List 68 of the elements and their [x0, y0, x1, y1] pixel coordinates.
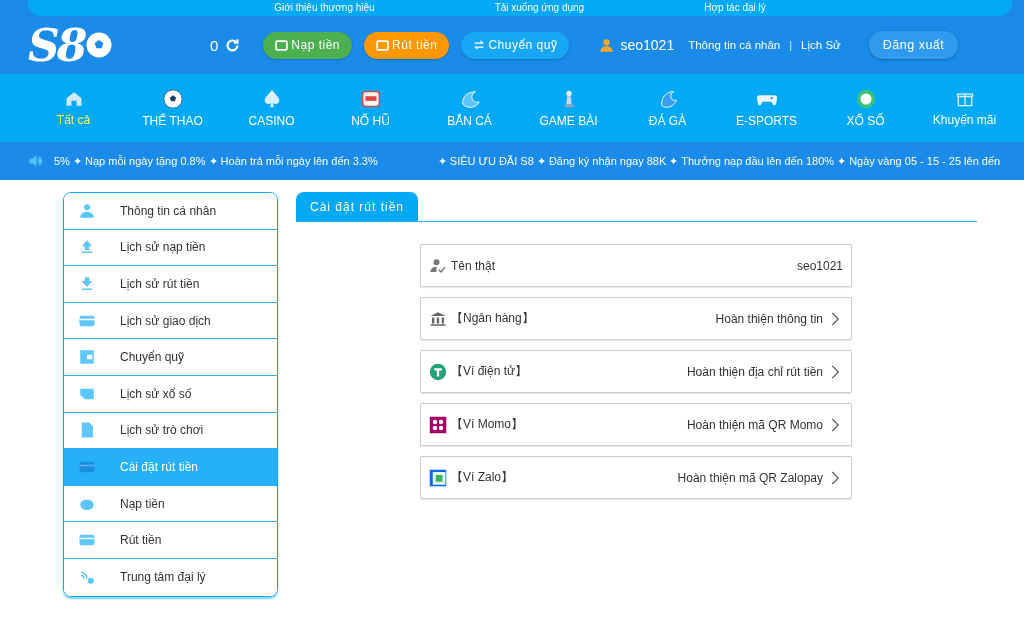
- balance: 0: [210, 36, 219, 54]
- sidebar-item[interactable]: Lịch sử trò chơi: [64, 412, 277, 450]
- transfer-icon: [473, 39, 486, 51]
- card-icon: [275, 38, 289, 52]
- nav-item[interactable]: CASINO: [226, 88, 317, 128]
- row-label: 【Ví Momo】: [451, 416, 524, 433]
- settings-row[interactable]: 【Ví điện tử】 Hoàn thiện địa chỉ rút tiền: [420, 350, 852, 393]
- row-value: Hoàn thiện mã QR Momo: [686, 417, 823, 432]
- settings-row[interactable]: Tên thật seo1021: [420, 244, 852, 287]
- settings-row[interactable]: 【Ngân hàng】 Hoàn thiện thông tin: [420, 297, 852, 340]
- lottery-ball-icon: [854, 88, 877, 110]
- nav-item[interactable]: BẮN CÁ: [424, 88, 515, 128]
- ticker-text: 5% ✦ Nạp mỗi ngày tặng 0.8% ✦ Hoàn trả mỗi ngày lên đến 3.3%: [54, 154, 378, 168]
- row-label: 【Ngân hàng】: [451, 310, 535, 327]
- transfer-button[interactable]: Chuyển quỹ: [461, 31, 570, 59]
- deposit-button[interactable]: Nạp tiền: [263, 31, 353, 59]
- top-link[interactable]: Tải xuống ứng dụng: [494, 2, 585, 14]
- sidebar-item[interactable]: Chuyển quỹ: [64, 339, 277, 376]
- row-value: Hoàn thiện mã QR Zalopay: [677, 470, 823, 485]
- nav-item[interactable]: E-SPORTS: [721, 88, 812, 128]
- nav-item[interactable]: Tất cả: [28, 89, 119, 127]
- nav-item[interactable]: Khuyến mãi: [919, 89, 1010, 127]
- settings-row[interactable]: 【Ví Zalo】 Hoàn thiện mã QR Zalopay: [420, 456, 852, 499]
- user-icon: [599, 37, 615, 53]
- wallet-icon: [78, 348, 96, 367]
- logout-button[interactable]: Đăng xuất: [868, 31, 959, 59]
- person-icon: [78, 201, 96, 220]
- wallet-icon: [376, 38, 390, 52]
- sidebar-item[interactable]: Cài đặt rút tiền: [64, 449, 277, 486]
- refresh-icon: [224, 36, 242, 54]
- logo[interactable]: S8: [28, 19, 208, 71]
- tab[interactable]: Cài đặt rút tiền: [296, 192, 419, 221]
- sidebar-item[interactable]: Lịch sử rút tiền: [64, 266, 277, 303]
- user-check-icon: [429, 256, 447, 275]
- sidebar-item[interactable]: Thông tin cá nhân: [64, 193, 277, 230]
- header-link[interactable]: Thông tin cá nhân: [688, 39, 781, 51]
- nav-item[interactable]: ĐÁ GÀ: [622, 88, 713, 128]
- top-link[interactable]: Giới thiệu thương hiệu: [274, 2, 375, 14]
- header-link[interactable]: Lịch Sử: [801, 39, 841, 51]
- separator: |: [789, 39, 793, 51]
- row-label: 【Ví điện tử】: [451, 363, 529, 380]
- row-value: Hoàn thiện thông tin: [715, 311, 823, 326]
- sidebar-item[interactable]: Trung tâm đại lý: [64, 558, 277, 596]
- nav-item[interactable]: THỂ THAO: [127, 88, 218, 128]
- nav-item[interactable]: NỔ HŨ: [325, 88, 416, 128]
- bank-icon: [429, 309, 447, 328]
- settings-row[interactable]: 【Ví Momo】 Hoàn thiện mã QR Momo: [420, 403, 852, 446]
- slot-machine-icon: [359, 88, 382, 110]
- row-label: 【Ví Zalo】: [451, 469, 514, 486]
- momo-icon: [429, 415, 447, 434]
- withdraw-button[interactable]: Rút tiền: [364, 31, 450, 59]
- sidebar-item[interactable]: Rút tiền: [64, 522, 277, 559]
- soccer-ball-icon: [161, 88, 184, 110]
- top-link[interactable]: Hợp tác đại lý: [704, 2, 766, 14]
- zalopay-icon: [429, 468, 447, 487]
- sidebar-item[interactable]: Nạp tiền: [64, 485, 277, 523]
- sidebar-item[interactable]: Lịch sử xổ số: [64, 375, 277, 413]
- nav-item[interactable]: GAME BÀI: [523, 88, 614, 128]
- row-value: seo1021: [796, 258, 843, 273]
- row-value: Hoàn thiện địa chỉ rút tiền: [686, 364, 823, 379]
- nav-item[interactable]: XỔ SỐ: [820, 88, 911, 128]
- tether-icon: [429, 362, 447, 381]
- speaker-icon: [28, 153, 44, 169]
- ticker-text: ✦ SIÊU ƯU ĐÃI S8 ✦ Đăng ký nhận ngay 88K ✦ Thưởng nạp đầu lên đến 180% ✦ Ngày vàng 05 - 15 - 25 lên đến: [437, 154, 1001, 168]
- sidebar-item[interactable]: Lịch sử giao dịch: [64, 302, 277, 340]
- sidebar-item[interactable]: Lịch sử nạp tiền: [64, 229, 277, 267]
- username: seo1021: [620, 37, 675, 53]
- row-label: Tên thật: [451, 258, 497, 273]
